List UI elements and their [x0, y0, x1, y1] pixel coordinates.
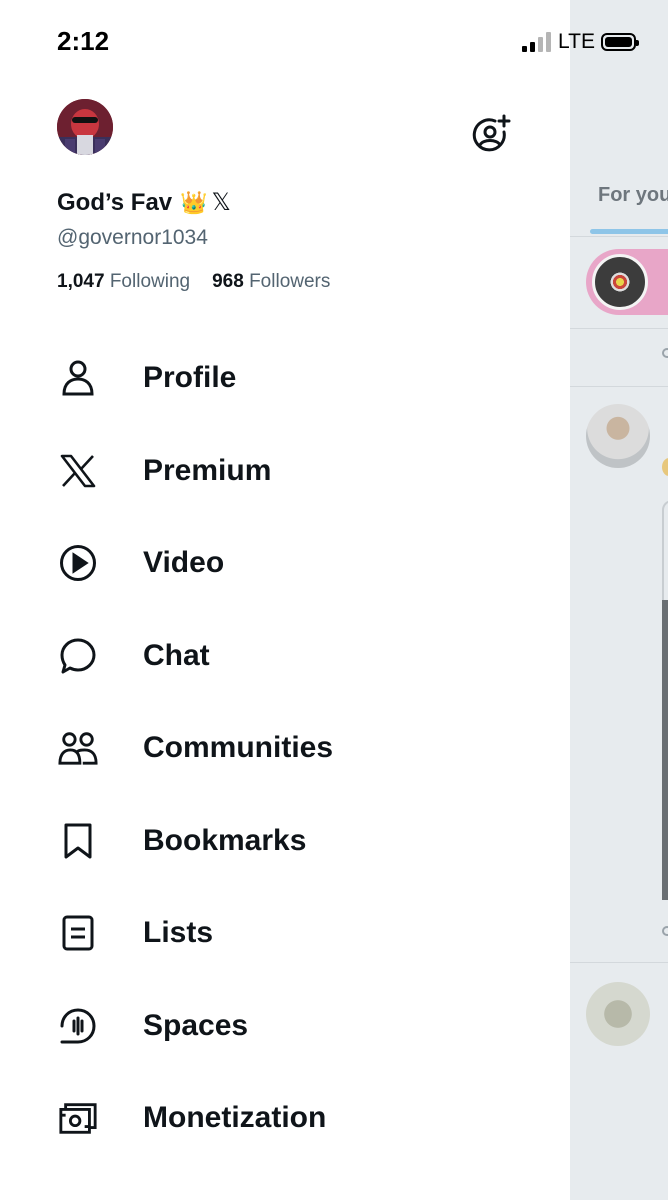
divider — [570, 236, 668, 237]
tab-indicator — [590, 229, 668, 234]
divider — [570, 386, 668, 387]
x-logo-icon — [58, 451, 98, 491]
menu-item-spaces[interactable]: Spaces — [0, 986, 570, 1066]
follow-stats: 1,047 Following 968 Followers — [57, 271, 330, 293]
divider — [570, 962, 668, 963]
crown-emoji: 👑 — [180, 189, 208, 215]
communities-icon — [58, 728, 98, 768]
followers-count: 968 — [212, 271, 244, 292]
partial-icon — [662, 348, 668, 358]
menu-item-video[interactable]: Video — [0, 523, 570, 603]
money-icon — [58, 1098, 98, 1138]
x-badge-icon: 𝕏 — [211, 189, 231, 216]
play-circle-icon — [58, 543, 98, 583]
menu-item-profile[interactable]: Profile — [0, 338, 570, 418]
background-feed: For you — [570, 0, 668, 1200]
list-icon — [58, 913, 98, 953]
status-indicators: LTE — [522, 30, 639, 54]
followers-link[interactable]: 968 Followers — [212, 271, 330, 292]
display-name-text: God’s Fav — [57, 188, 173, 216]
menu-item-monetization[interactable]: Monetization — [0, 1078, 570, 1158]
menu-label: Premium — [143, 454, 272, 487]
side-drawer: 2:12 LTE God’s Fav 👑 𝕏 @governor1034 1,0… — [0, 0, 639, 1200]
chat-bubble-icon — [58, 636, 98, 676]
menu-label: Chat — [143, 639, 210, 672]
divider — [570, 328, 668, 329]
menu-label: Lists — [143, 916, 214, 949]
menu-item-premium[interactable]: Premium — [0, 431, 570, 511]
avatar[interactable] — [57, 99, 113, 155]
following-count: 1,047 — [57, 271, 105, 292]
following-label: Following — [109, 271, 191, 292]
display-name[interactable]: God’s Fav 👑 𝕏 — [57, 188, 231, 217]
spaces-icon — [58, 1006, 98, 1046]
following-link[interactable]: 1,047 Following — [57, 271, 190, 292]
menu-item-bookmarks[interactable]: Bookmarks — [0, 801, 570, 881]
menu-item-chat[interactable]: Chat — [0, 616, 570, 696]
status-time: 2:12 — [57, 26, 110, 56]
post-media-edge — [662, 600, 668, 900]
menu-label: Monetization — [143, 1101, 327, 1134]
post-avatar[interactable] — [586, 982, 650, 1046]
menu-label: Profile — [143, 361, 237, 394]
post-avatar[interactable] — [586, 404, 650, 468]
menu-item-lists[interactable]: Lists — [0, 893, 570, 973]
post-emoji — [662, 458, 668, 476]
menu-label: Communities — [143, 731, 334, 764]
menu-label: Spaces — [143, 1009, 249, 1042]
bookmark-icon — [58, 821, 98, 861]
handle: @governor1034 — [57, 226, 208, 249]
space-avatar — [592, 254, 648, 310]
signal-icon — [522, 32, 551, 52]
tab-for-you[interactable]: For you — [598, 184, 668, 207]
menu-label: Video — [143, 546, 225, 579]
network-label: LTE — [558, 30, 595, 53]
add-account-icon[interactable] — [470, 113, 514, 157]
menu-label: Bookmarks — [143, 824, 307, 857]
partial-icon — [662, 926, 668, 936]
followers-label: Followers — [249, 271, 331, 292]
person-icon — [58, 358, 98, 398]
menu-item-communities[interactable]: Communities — [0, 708, 570, 788]
battery-icon — [600, 33, 639, 51]
